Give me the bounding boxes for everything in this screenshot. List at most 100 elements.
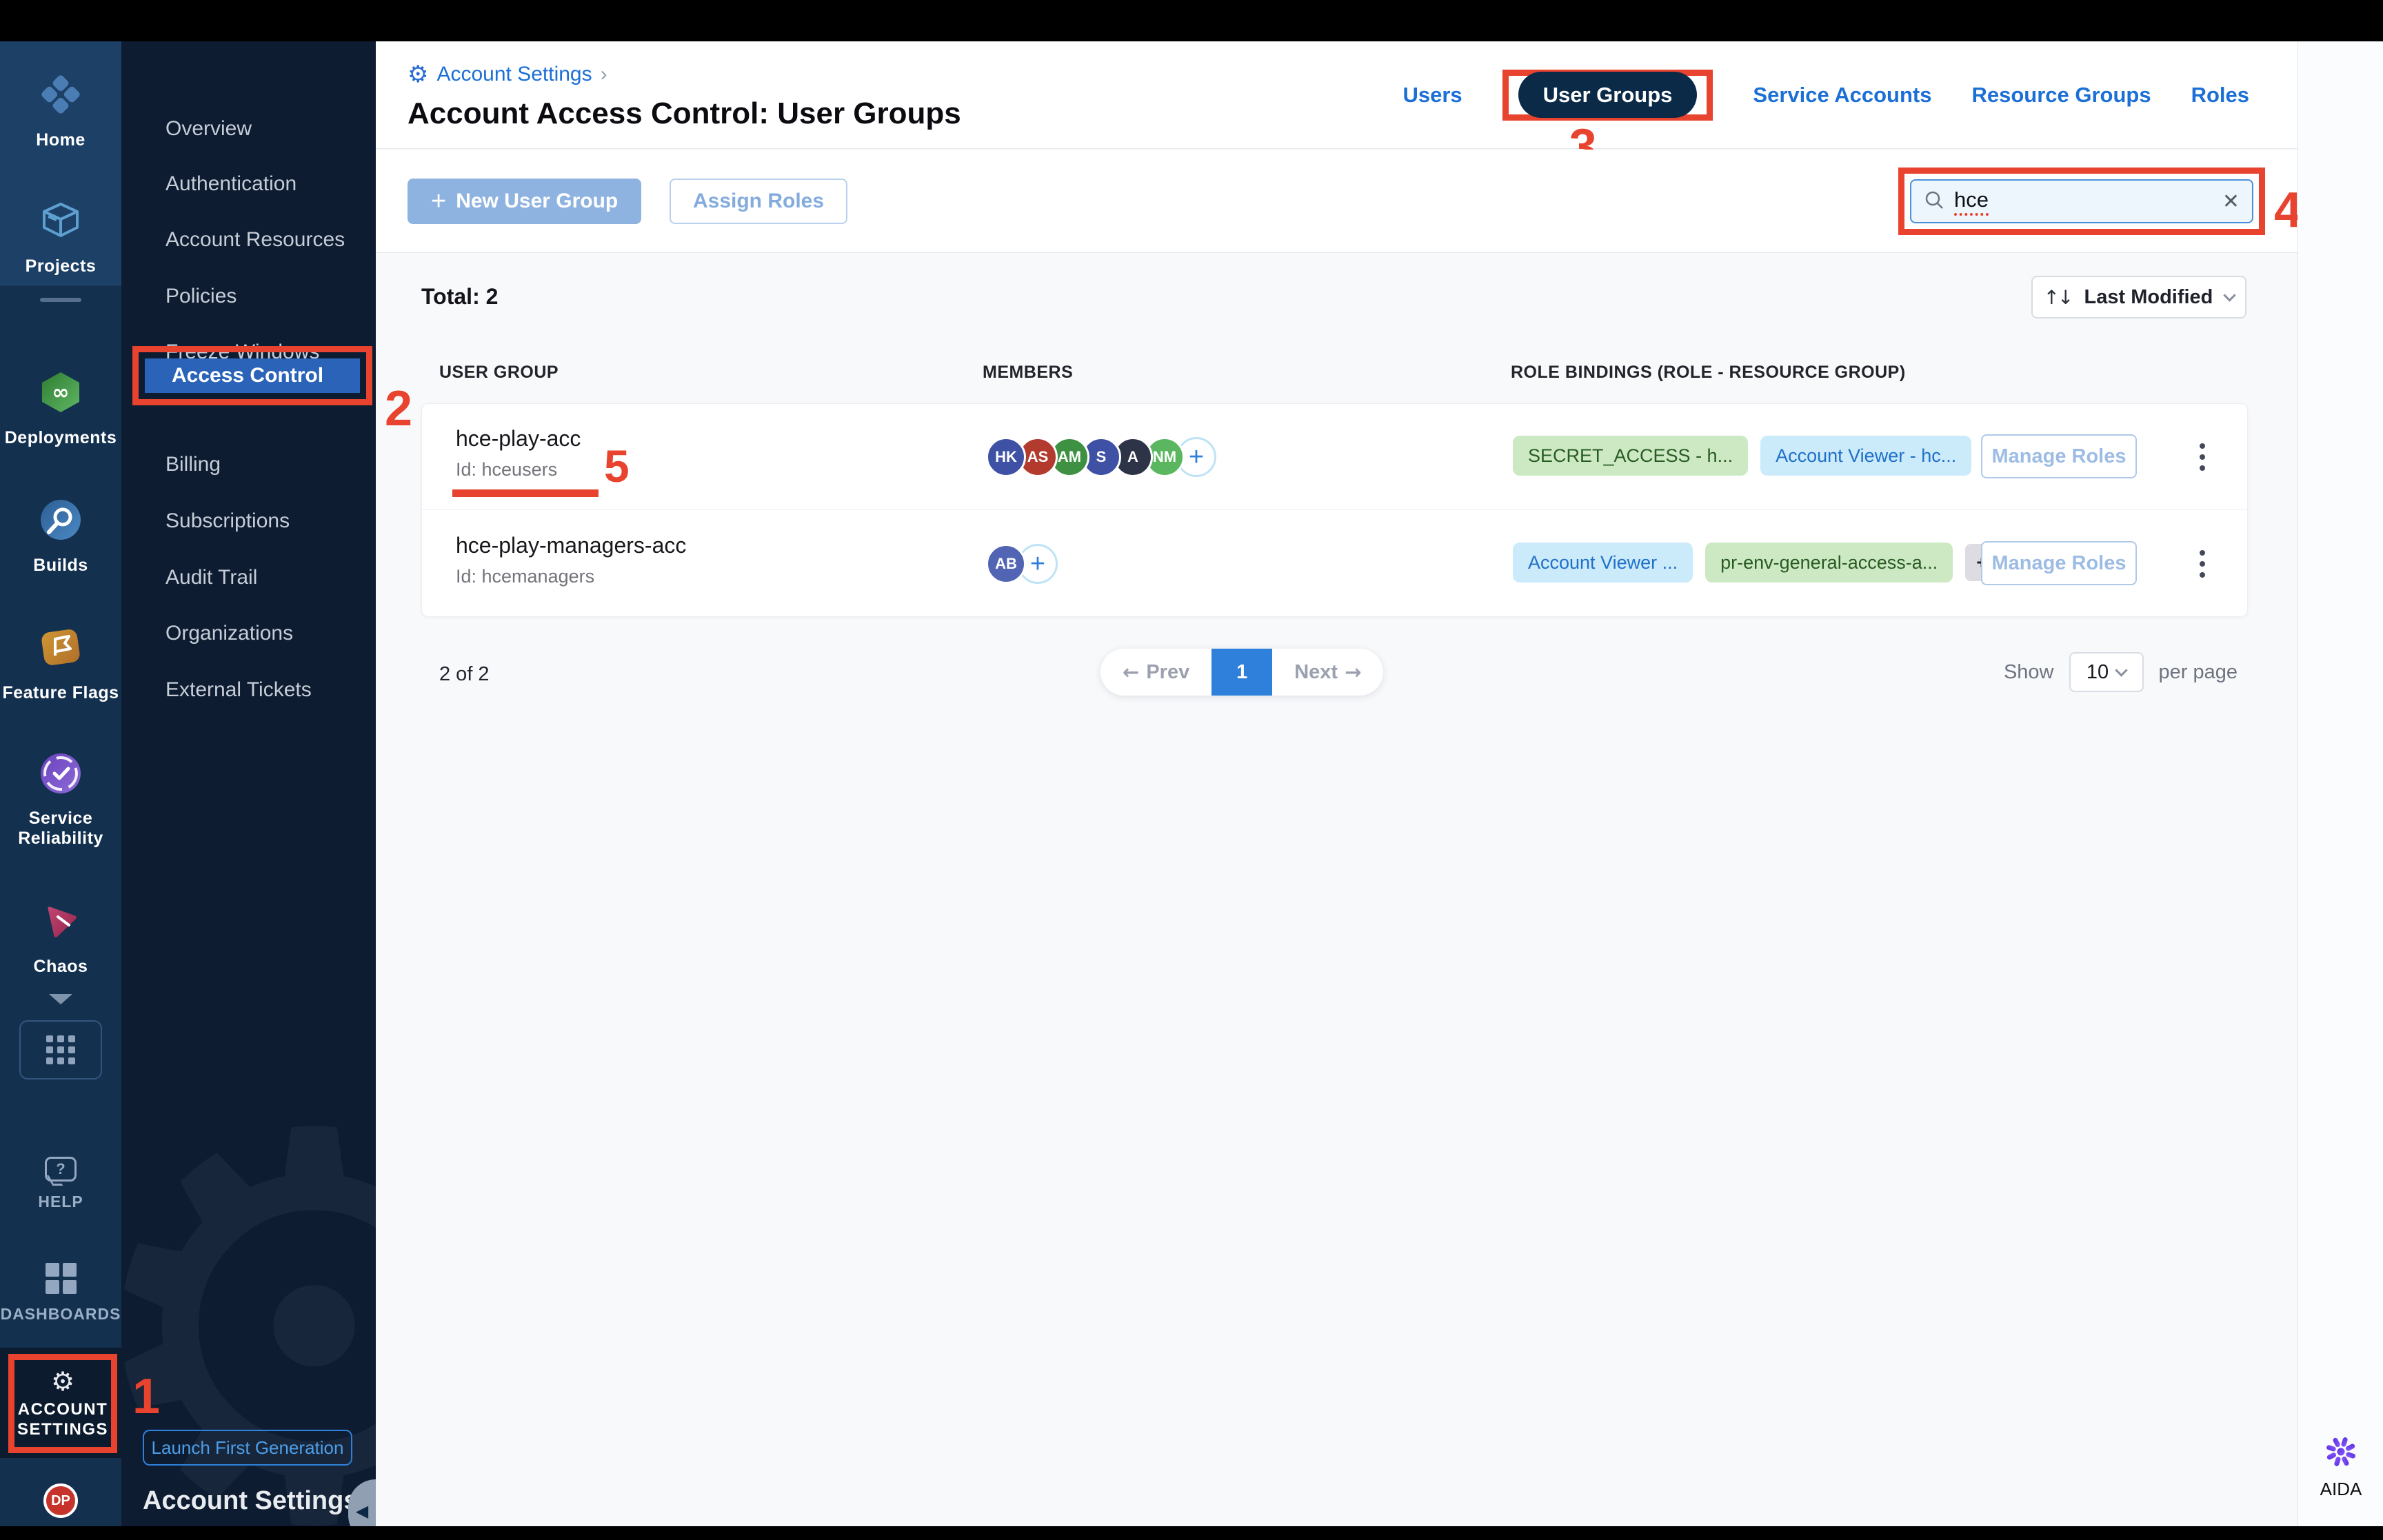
gear-icon: ⚙ <box>408 61 429 88</box>
right-rail: AIDA <box>2297 41 2383 1526</box>
breadcrumb-link[interactable]: Account Settings <box>436 63 592 86</box>
settings-nav-access-control[interactable]: Access Control <box>145 358 360 393</box>
aida-widget[interactable]: AIDA <box>2298 1435 2383 1500</box>
sidebar-item-service-reliability[interactable]: Service Reliability <box>0 751 121 849</box>
role-binding-tag[interactable]: pr-env-general-access-a... <box>1705 543 1953 582</box>
feature-flags-icon <box>39 625 83 673</box>
sidebar-item-home[interactable]: Home <box>0 72 121 150</box>
sidebar-item-label: Deployments <box>4 428 117 447</box>
role-binding-tag[interactable]: Account Viewer - hc... <box>1760 436 1972 476</box>
nav-expand-chevron[interactable] <box>0 994 121 1004</box>
annotation-box-3: User Groups 3 <box>1502 70 1713 174</box>
page-size-control: Show 10 per page <box>2004 652 2238 692</box>
member-avatar[interactable]: AB <box>986 544 1026 584</box>
tab-users[interactable]: Users <box>1402 83 1462 108</box>
member-avatars: HK AS AM S A NM + <box>986 437 1216 477</box>
search-input[interactable]: hce ✕ <box>1910 179 2253 223</box>
breadcrumb[interactable]: ⚙ Account Settings › <box>408 62 607 87</box>
settings-nav-policies[interactable]: Policies <box>121 274 376 318</box>
page-size-select[interactable]: 10 <box>2069 652 2144 692</box>
breadcrumb-separator: › <box>600 63 607 85</box>
row-menu-kebab-icon[interactable] <box>2189 437 2216 477</box>
tab-resource-groups[interactable]: Resource Groups <box>1971 83 2151 108</box>
table-row[interactable]: hce-play-acc Id: hceusers 5 HK AS AM S A… <box>422 404 2247 510</box>
sort-arrows-icon: ↑↓ <box>2043 285 2074 309</box>
annotation-underline-5 <box>452 489 599 497</box>
column-user-group: USER GROUP <box>439 363 559 382</box>
aida-label: AIDA <box>2320 1479 2362 1499</box>
sidebar-item-help[interactable]: ? HELP <box>0 1157 121 1212</box>
current-page-button[interactable]: 1 <box>1211 649 1273 696</box>
clear-search-icon[interactable]: ✕ <box>2222 190 2240 214</box>
role-binding-tag[interactable]: Account Viewer ... <box>1513 543 1693 582</box>
annotation-box-1[interactable]: ⚙ ACCOUNT SETTINGS <box>8 1354 117 1453</box>
assign-roles-button[interactable]: Assign Roles <box>670 179 847 224</box>
settings-nav-authentication[interactable]: Authentication <box>121 162 376 206</box>
help-chat-icon: ? <box>45 1157 77 1182</box>
sidebar-item-label: Home <box>36 130 86 150</box>
total-count: Total: 2 <box>421 284 499 309</box>
main-content: ⚙ Account Settings › Account Access Cont… <box>376 41 2302 1526</box>
annotation-number-2: 2 <box>385 381 413 436</box>
screen: Home Projects ∞ Deployments Builds Featu… <box>0 0 2383 1540</box>
sidebar-item-dashboards[interactable]: DASHBOARDS <box>0 1263 121 1324</box>
prev-page-button[interactable]: ← Prev <box>1100 649 1211 696</box>
toolbar: + New User Group Assign Roles hce ✕ 4 <box>376 150 2302 253</box>
sidebar-item-builds[interactable]: Builds <box>0 498 121 576</box>
sidebar-item-label: Chaos <box>33 957 88 976</box>
module-picker-button[interactable] <box>19 1020 102 1080</box>
arrow-left-icon: ← <box>1123 660 1140 684</box>
user-groups-table: hce-play-acc Id: hceusers 5 HK AS AM S A… <box>421 403 2248 617</box>
annotation-number-1: 1 <box>132 1369 161 1424</box>
module-nav-rail: Home Projects ∞ Deployments Builds Featu… <box>0 41 121 1526</box>
settings-nav-subscriptions[interactable]: Subscriptions <box>121 499 376 543</box>
user-group-name[interactable]: hce-play-managers-acc <box>456 533 686 558</box>
tab-user-groups[interactable]: User Groups <box>1518 72 1698 118</box>
settings-nav-audit-trail[interactable]: Audit Trail <box>121 556 376 600</box>
sidebar-item-feature-flags[interactable]: Feature Flags <box>0 625 121 703</box>
column-role-bindings: ROLE BINDINGS (ROLE - RESOURCE GROUP) <box>1511 363 1906 382</box>
settings-nav-organizations[interactable]: Organizations <box>121 611 376 656</box>
sidebar-item-label: Builds <box>33 556 88 575</box>
sidebar-item-label: Feature Flags <box>2 683 119 702</box>
sidebar-item-account-settings: ACCOUNT SETTINGS <box>17 1400 108 1439</box>
user-group-name[interactable]: hce-play-acc <box>456 426 581 452</box>
manage-roles-button[interactable]: Manage Roles <box>1981 434 2137 478</box>
tab-service-accounts[interactable]: Service Accounts <box>1753 83 1931 108</box>
sidebar-item-label: DASHBOARDS <box>0 1305 121 1323</box>
role-bindings: Account Viewer ... pr-env-general-access… <box>1513 543 2014 582</box>
sidebar-item-chaos[interactable]: Chaos <box>0 899 121 977</box>
member-avatar[interactable]: HK <box>986 437 1026 477</box>
collapse-arrow-icon: ◀ <box>355 1501 369 1521</box>
dashboards-icon <box>45 1263 77 1294</box>
table-row[interactable]: hce-play-managers-acc Id: hcemanagers AB… <box>422 511 2247 617</box>
nav-divider <box>40 298 81 302</box>
new-user-group-button[interactable]: + New User Group <box>408 179 642 224</box>
table-header-row: USER GROUP MEMBERS ROLE BINDINGS (ROLE -… <box>421 363 2248 390</box>
sidebar-item-label: Projects <box>25 256 97 276</box>
chevron-down-icon <box>49 994 72 1004</box>
sidebar-item-label: HELP <box>38 1193 83 1210</box>
sidebar-item-projects[interactable]: Projects <box>0 199 121 276</box>
svg-text:∞: ∞ <box>52 381 70 405</box>
launch-first-generation-button[interactable]: Launch First Generation <box>143 1430 352 1466</box>
chaos-icon <box>39 899 83 946</box>
grid-icon <box>46 1035 75 1064</box>
settings-nav-billing[interactable]: Billing <box>121 443 376 487</box>
gear-icon: ⚙ <box>50 1366 75 1397</box>
pagination-summary: 2 of 2 <box>439 663 490 685</box>
settings-nav-overview[interactable]: Overview <box>121 107 376 151</box>
user-group-id: Id: hcemanagers <box>456 566 595 587</box>
manage-roles-button[interactable]: Manage Roles <box>1981 541 2137 585</box>
user-avatar[interactable]: DP <box>43 1483 78 1518</box>
role-binding-tag[interactable]: SECRET_ACCESS - h... <box>1513 436 1749 476</box>
sort-dropdown[interactable]: ↑↓ Last Modified <box>2031 276 2246 318</box>
row-menu-kebab-icon[interactable] <box>2189 544 2216 584</box>
settings-nav-external-tickets[interactable]: External Tickets <box>121 668 376 712</box>
page-header: ⚙ Account Settings › Account Access Cont… <box>376 41 2297 174</box>
sidebar-item-deployments[interactable]: ∞ Deployments <box>0 370 121 448</box>
show-label: Show <box>2003 660 2054 683</box>
tab-roles[interactable]: Roles <box>2191 83 2249 108</box>
settings-nav-account-resources[interactable]: Account Resources <box>121 218 376 262</box>
next-page-button[interactable]: Next → <box>1272 649 1383 696</box>
